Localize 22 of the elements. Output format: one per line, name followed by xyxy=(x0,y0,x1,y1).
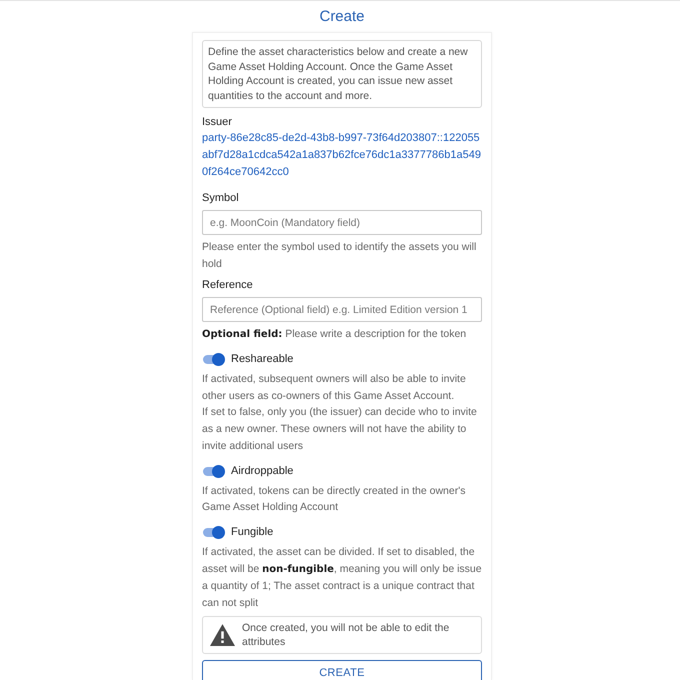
field-label: Symbol xyxy=(202,191,240,206)
toggle-switch[interactable] xyxy=(203,353,225,366)
input-field[interactable]: Reference (Optional field) e.g. Limited Edition version 1 xyxy=(202,297,482,322)
toggle-switch[interactable] xyxy=(203,526,225,539)
page-title: Create xyxy=(319,6,365,26)
warning-icon xyxy=(210,624,235,646)
toggle-label: Airdroppable xyxy=(231,464,294,479)
helper-text: Optional field: Please write a description for the token xyxy=(202,327,468,342)
create-button[interactable]: CREATE xyxy=(202,660,482,680)
toggle-description: If activated, the asset can be divided. If set to disabled, the asset will be non-fungible, meaning you will only be issue a quantity of 1; The asset contract is a unique contract that can not split xyxy=(202,544,482,612)
field-label: Reference xyxy=(202,278,254,293)
toggle-label: Reshareable xyxy=(231,352,294,367)
field-label: Issuer xyxy=(202,115,233,130)
toggle-description: If activated, subsequent owners will also be able to invite other users as co-owners of this Game Asset Account. If set to false, only you (the issuer) can decide who to invite as a new owner. These owners will not have the ability to invite additional users xyxy=(202,372,478,454)
toggle-label: Fungible xyxy=(231,524,274,540)
toggle-description: If activated, tokens can be directly created in the owner's Game Asset Holding Account xyxy=(202,484,466,516)
intro-text: Define the asset characteristics below and create a new Game Asset Holding Account. Once the Game Asset Holding Account is created, you can issue new asset quantities to the account and more. xyxy=(202,40,482,108)
input-field[interactable]: e.g. MoonCoin (Mandatory field) xyxy=(202,210,482,235)
issuer-id: party-86e28c85-de2d-43b8-b997-73f64d203807::122055abf7d28a1cdca542a1a837b62fce76dc1a3377786b1a5490f264ce70642cc0 xyxy=(202,131,482,180)
warning-text: Once created, you will not be able to edit the attributes xyxy=(242,620,450,649)
helper-text: Please enter the symbol used to identify the assets you will hold xyxy=(202,240,478,272)
toggle-switch[interactable] xyxy=(203,464,225,478)
